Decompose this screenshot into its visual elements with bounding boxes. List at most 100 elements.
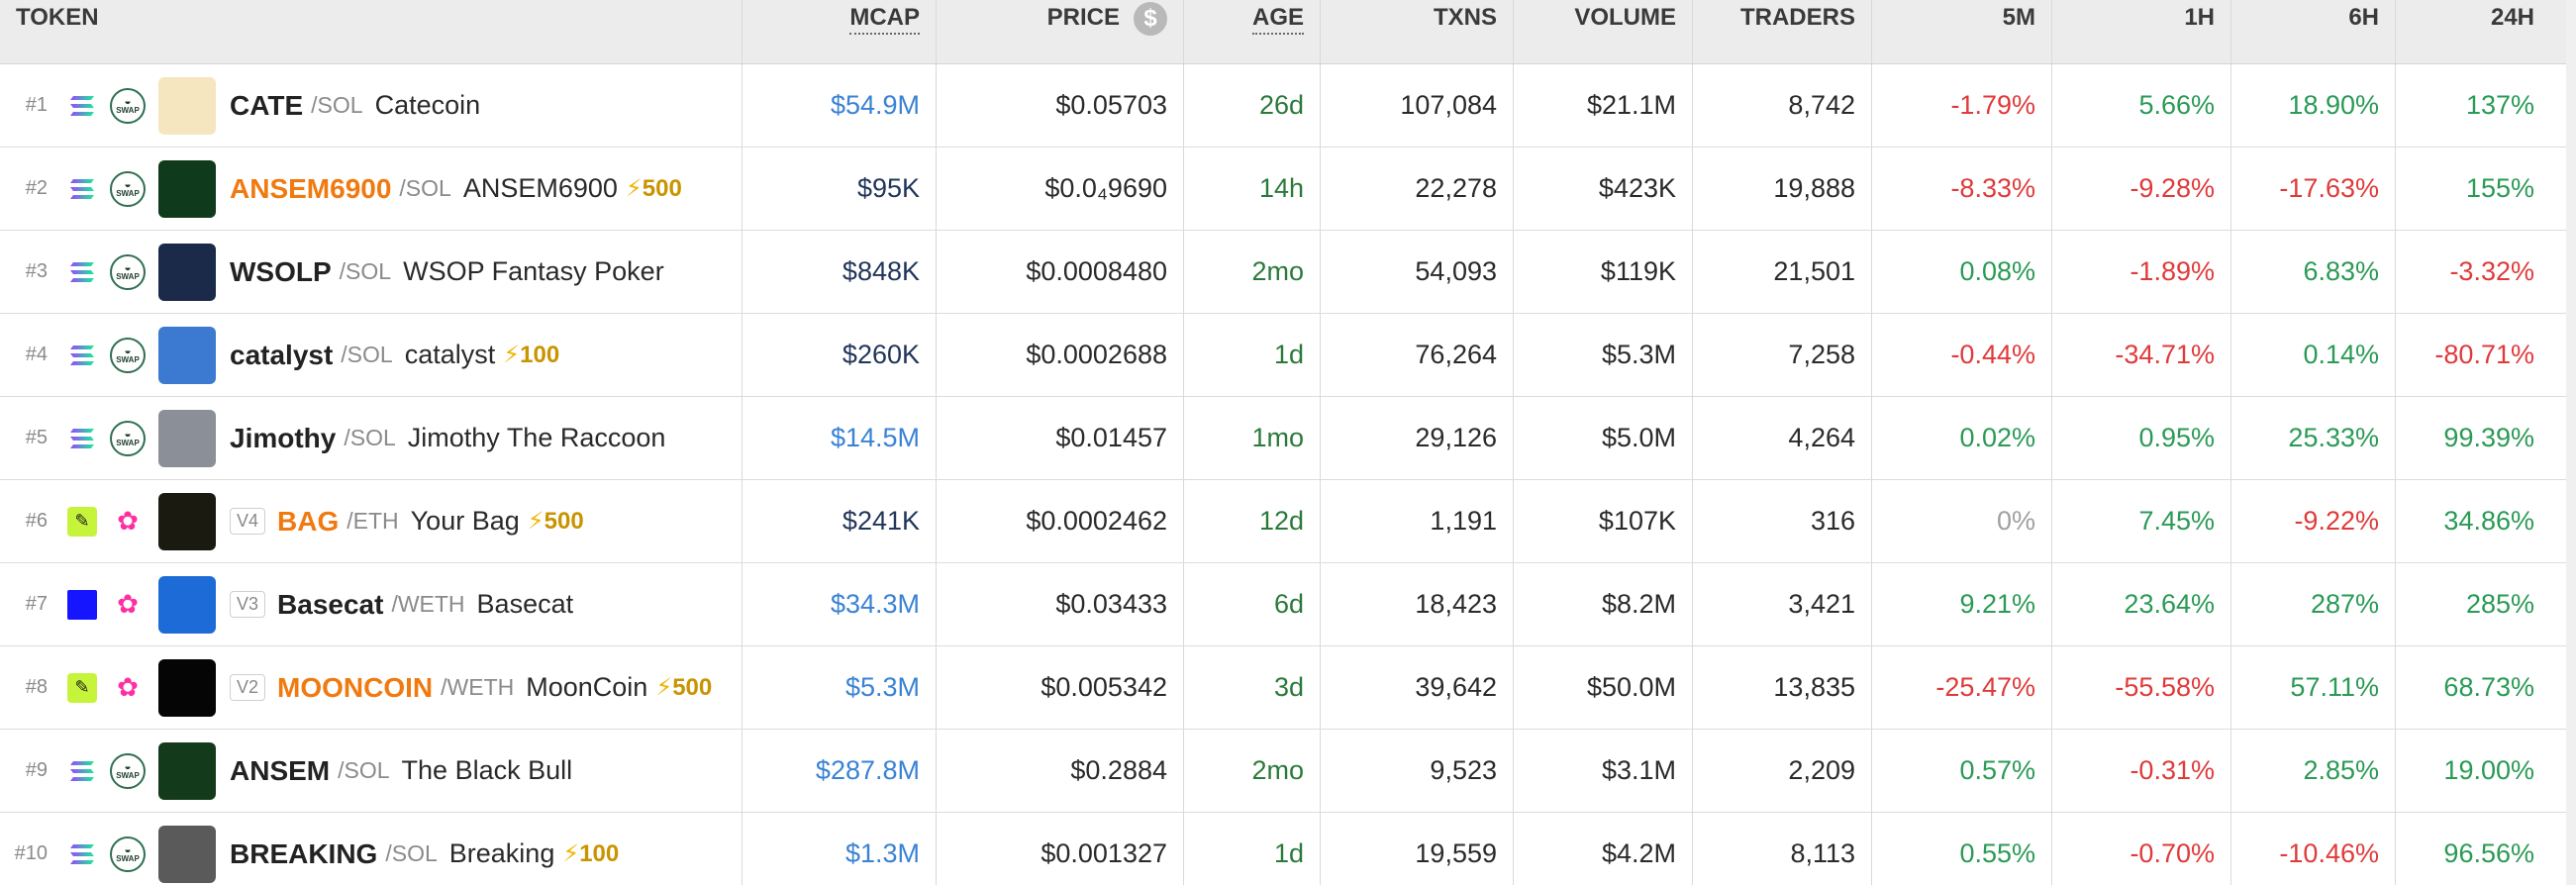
table-row[interactable]: #10 ◒ SWAP BREAKING/SOL Breaking ⚡100 $1.3M $0.… <box>0 813 2576 885</box>
price-cell: $0.05703 <box>937 64 1184 147</box>
change-1h-cell: -1.89% <box>2052 231 2231 313</box>
token-cell[interactable]: #3 ◒ SWAP WSOLP/SOL WSOP Fantasy Poker <box>0 231 743 313</box>
token-avatar <box>158 243 216 301</box>
txns-cell: 76,264 <box>1321 314 1514 396</box>
table-row[interactable]: #9 ◒ SWAP ANSEM/SOL The Black Bull $287.8M $0.… <box>0 730 2576 813</box>
table-row[interactable]: #8 ✎ ✿ V2 MOONCOIN/WETH MoonCoin ⚡500 $5.3M $0.0… <box>0 646 2576 730</box>
token-name: WSOP Fantasy Poker <box>403 256 664 286</box>
header-token-label: TOKEN <box>16 4 99 31</box>
header-24h[interactable]: 24H <box>2396 0 2569 63</box>
header-mcap[interactable]: MCAP <box>743 0 937 63</box>
quote-token: /WETH <box>391 591 465 617</box>
boost-badge: ⚡500 <box>655 673 712 702</box>
header-traders[interactable]: TRADERS <box>1693 0 1872 63</box>
mcap-cell: $241K <box>743 480 937 562</box>
mcap-cell: $14.5M <box>743 397 937 479</box>
age-cell: 14h <box>1184 148 1321 230</box>
traders-cell: 13,835 <box>1693 646 1872 729</box>
price-cell: $0.005342 <box>937 646 1184 729</box>
volume-cell: $5.0M <box>1514 397 1693 479</box>
table-row[interactable]: #7 ✿ V3 Basecat/WETH Basecat $34.3M $0.03433 6d… <box>0 563 2576 646</box>
header-6h[interactable]: 6H <box>2231 0 2396 63</box>
change-1h-cell: -9.28% <box>2052 148 2231 230</box>
table-row[interactable]: #3 ◒ SWAP WSOLP/SOL WSOP Fantasy Poker $848K $… <box>0 231 2576 314</box>
txns-cell: 22,278 <box>1321 148 1514 230</box>
age-cell: 1d <box>1184 314 1321 396</box>
change-1h-cell: -0.31% <box>2052 730 2231 812</box>
traders-cell: 316 <box>1693 480 1872 562</box>
quote-token: /ETH <box>347 508 399 534</box>
quote-token: /SOL <box>385 840 438 866</box>
solana-icon <box>63 253 101 291</box>
uniswap-icon: ✿ <box>117 506 139 536</box>
header-txns[interactable]: TXNS <box>1321 0 1514 63</box>
change-1h-cell: 0.95% <box>2052 397 2231 479</box>
boost-amount: 100 <box>579 840 620 867</box>
solana-icon <box>63 87 101 125</box>
vertical-scrollbar[interactable] <box>2566 0 2576 885</box>
table-row[interactable]: #1 ◒ SWAP CATE/SOL Catecoin $54.9M $0.05703 26d… <box>0 64 2576 148</box>
table-row[interactable]: #2 ◒ SWAP ANSEM6900/SOL ANSEM6900 ⚡500 $95K $0.… <box>0 148 2576 231</box>
header-price[interactable]: PRICE $ <box>937 0 1184 63</box>
currency-toggle-icon[interactable]: $ <box>1134 2 1167 36</box>
token-cell[interactable]: #6 ✎ ✿ V4 BAG/ETH Your Bag ⚡500 <box>0 480 743 562</box>
table-row[interactable]: #4 ◒ SWAP catalyst/SOL catalyst ⚡100 $260K $0.0… <box>0 314 2576 397</box>
change-6h-cell: -9.22% <box>2231 480 2396 562</box>
rank-label: #10 <box>14 842 48 864</box>
change-5m-cell: -0.44% <box>1872 314 2052 396</box>
token-symbol: ANSEM6900 <box>230 172 392 204</box>
boost-badge: ⚡500 <box>528 507 584 536</box>
txns-cell: 9,523 <box>1321 730 1514 812</box>
token-cell[interactable]: #10 ◒ SWAP BREAKING/SOL Breaking ⚡100 <box>0 813 743 885</box>
price-cell: $0.03433 <box>937 563 1184 645</box>
token-name: Your Bag <box>410 506 520 536</box>
change-24h-cell: 155% <box>2396 148 2569 230</box>
change-5m-cell: -1.79% <box>1872 64 2052 147</box>
change-24h-cell: 19.00% <box>2396 730 2569 812</box>
boost-amount: 500 <box>672 674 713 701</box>
txns-cell: 1,191 <box>1321 480 1514 562</box>
change-1h-cell: -55.58% <box>2052 646 2231 729</box>
table-row[interactable]: #5 ◒ SWAP Jimothy/SOL Jimothy The Raccoon $14… <box>0 397 2576 480</box>
boost-badge: ⚡100 <box>503 341 559 369</box>
header-1h[interactable]: 1H <box>2052 0 2231 63</box>
header-5m[interactable]: 5M <box>1872 0 2052 63</box>
token-cell[interactable]: #4 ◒ SWAP catalyst/SOL catalyst ⚡100 <box>0 314 743 396</box>
lightning-icon: ⚡ <box>503 342 521 368</box>
traders-cell: 8,742 <box>1693 64 1872 147</box>
header-token[interactable]: TOKEN <box>0 0 743 63</box>
token-table: TOKEN MCAP PRICE $ AGE TXNS VOLUME TRADER… <box>0 0 2576 885</box>
token-cell[interactable]: #7 ✿ V3 Basecat/WETH Basecat <box>0 563 743 645</box>
token-cell[interactable]: #9 ◒ SWAP ANSEM/SOL The Black Bull <box>0 730 743 812</box>
dex-version-badge: V3 <box>230 591 266 618</box>
mcap-cell: $848K <box>743 231 937 313</box>
token-cell[interactable]: #2 ◒ SWAP ANSEM6900/SOL ANSEM6900 ⚡500 <box>0 148 743 230</box>
lightning-icon: ⚡ <box>562 840 580 867</box>
change-6h-cell: 57.11% <box>2231 646 2396 729</box>
token-symbol: BREAKING <box>230 837 378 869</box>
boost-amount: 100 <box>520 342 560 368</box>
age-cell: 12d <box>1184 480 1321 562</box>
token-avatar <box>158 409 216 467</box>
token-symbol: ANSEM <box>230 754 331 786</box>
token-cell[interactable]: #8 ✎ ✿ V2 MOONCOIN/WETH MoonCoin ⚡500 <box>0 646 743 729</box>
quote-token: /SOL <box>311 92 363 118</box>
price-cell: $0.0002462 <box>937 480 1184 562</box>
ethereum-icon: ✎ <box>63 669 101 707</box>
swap-icon: ◒ SWAP <box>109 253 147 291</box>
volume-cell: $4.2M <box>1514 813 1693 885</box>
change-6h-cell: -10.46% <box>2231 813 2396 885</box>
change-5m-cell: 9.21% <box>1872 563 2052 645</box>
token-avatar <box>158 741 216 800</box>
token-cell[interactable]: #5 ◒ SWAP Jimothy/SOL Jimothy The Raccoon <box>0 397 743 479</box>
change-6h-cell: 287% <box>2231 563 2396 645</box>
token-cell[interactable]: #1 ◒ SWAP CATE/SOL Catecoin <box>0 64 743 147</box>
txns-cell: 39,642 <box>1321 646 1514 729</box>
header-age[interactable]: AGE <box>1184 0 1321 63</box>
table-row[interactable]: #6 ✎ ✿ V4 BAG/ETH Your Bag ⚡500 $241K $0.0002462… <box>0 480 2576 563</box>
header-24h-label: 24H <box>2490 4 2534 31</box>
header-volume[interactable]: VOLUME <box>1514 0 1693 63</box>
token-name: Jimothy The Raccoon <box>407 423 666 452</box>
change-5m-cell: 0.08% <box>1872 231 2052 313</box>
volume-cell: $3.1M <box>1514 730 1693 812</box>
